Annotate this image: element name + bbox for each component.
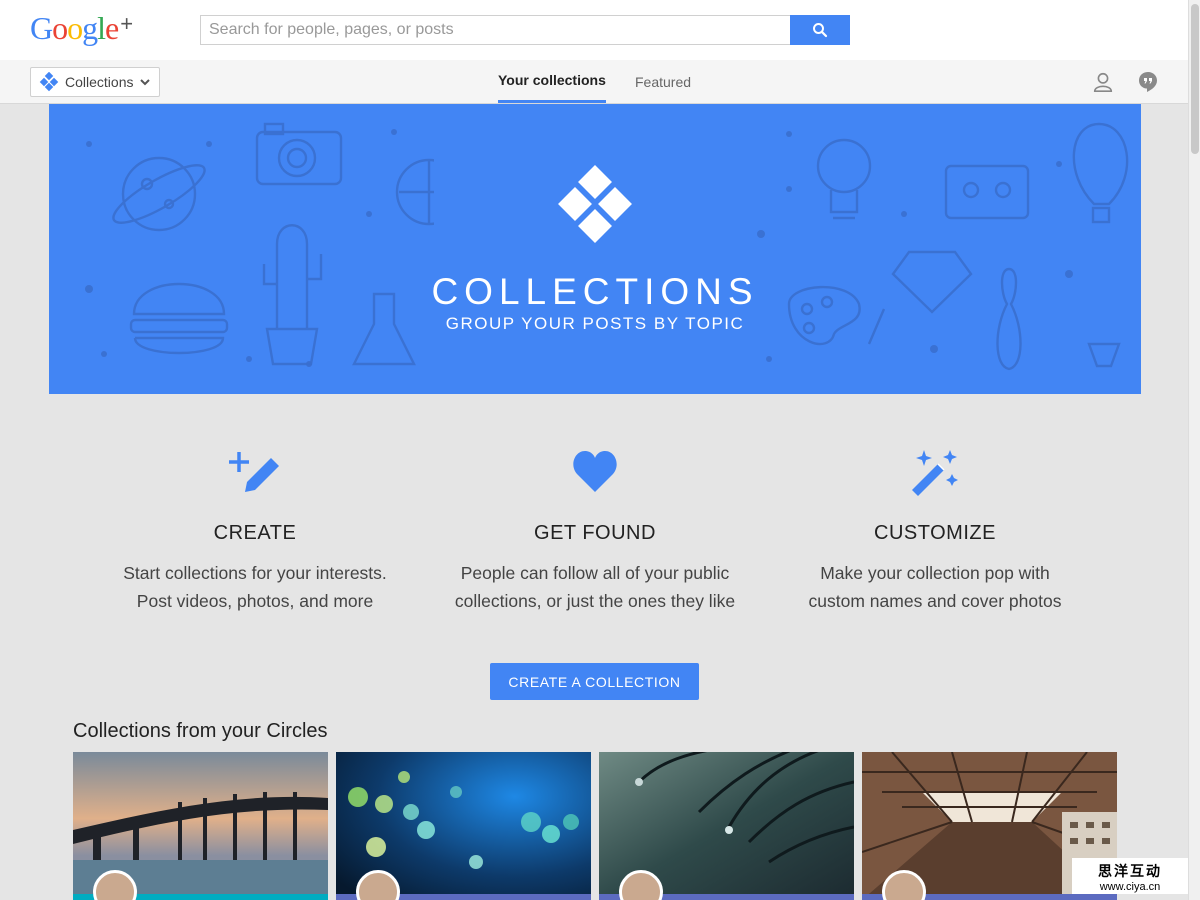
collections-logo-icon xyxy=(39,72,59,92)
feature-customize: CUSTOMIZE Make your collection pop with … xyxy=(765,448,1105,615)
page-scrollbar[interactable] xyxy=(1188,0,1200,900)
tab-label: Featured xyxy=(635,73,692,90)
tab-featured[interactable]: Featured xyxy=(635,60,691,103)
scrollbar-thumb[interactable] xyxy=(1191,4,1199,154)
logo-letter-g1: G xyxy=(30,10,53,46)
logo-plus: + xyxy=(120,11,133,36)
add-edit-icon xyxy=(229,452,279,492)
collections-dropdown[interactable]: Collections xyxy=(30,67,160,97)
create-collection-button[interactable]: CREATE A COLLECTION xyxy=(490,663,699,700)
watermark-line2: www.ciya.cn xyxy=(1099,881,1161,893)
feature-get-found: GET FOUND People can follow all of your … xyxy=(425,448,765,615)
search-bar xyxy=(200,15,850,45)
logo-letter-o1: o xyxy=(52,10,68,46)
search-input[interactable] xyxy=(200,15,790,45)
collection-card[interactable] xyxy=(599,752,854,900)
top-bar: Google+ xyxy=(0,0,1188,60)
logo-letter-o2: o xyxy=(67,10,83,46)
feature-description: Make your collection pop with custom nam… xyxy=(765,559,1105,615)
feature-line: Make your collection pop with xyxy=(820,563,1050,583)
logo-letter-l: l xyxy=(97,10,106,46)
google-plus-logo[interactable]: Google+ xyxy=(30,10,133,47)
feature-line: People can follow all of your public xyxy=(460,563,730,583)
feature-line: custom names and cover photos xyxy=(808,591,1062,611)
feature-description: People can follow all of your public col… xyxy=(425,559,765,615)
feature-title: GET FOUND xyxy=(534,522,656,544)
magic-wand-icon xyxy=(912,450,958,496)
feature-description: Start collections for your interests. Po… xyxy=(85,559,425,615)
feature-line: Post videos, photos, and more xyxy=(136,591,374,611)
feature-line: collections, or just the ones they like xyxy=(454,591,736,611)
dropdown-label: Collections xyxy=(65,74,134,90)
feature-create: CREATE Start collections for your intere… xyxy=(85,448,425,615)
watermark: 思洋互动 www.ciya.cn xyxy=(1072,858,1188,894)
search-icon xyxy=(813,23,828,38)
logo-letter-g2: g xyxy=(82,10,98,46)
hangouts-icon[interactable] xyxy=(1138,71,1158,93)
collections-hero-banner: COLLECTIONS GROUP YOUR POSTS BY TOPIC xyxy=(49,104,1141,394)
notifications-person-icon[interactable] xyxy=(1092,71,1114,93)
hero-center-panel xyxy=(434,104,756,394)
collection-card[interactable] xyxy=(73,752,328,900)
watermark-line1: 思洋互动 xyxy=(1098,863,1162,879)
collection-card[interactable] xyxy=(336,752,591,900)
section-title: Collections from your Circles xyxy=(73,720,328,742)
collections-logo-icon xyxy=(558,165,632,243)
search-button[interactable] xyxy=(790,15,850,45)
feature-title: CUSTOMIZE xyxy=(874,522,996,544)
feature-line: Start collections for your interests. xyxy=(123,563,387,583)
collections-nav: Collections Your collections Featured xyxy=(0,60,1188,104)
heart-icon xyxy=(573,450,617,492)
logo-letter-e: e xyxy=(105,10,119,46)
tab-your-collections[interactable]: Your collections xyxy=(498,60,606,103)
chevron-down-icon xyxy=(140,79,150,86)
hero-subtitle: GROUP YOUR POSTS BY TOPIC xyxy=(445,314,745,333)
feature-title: CREATE xyxy=(213,522,297,544)
hero-title: COLLECTIONS xyxy=(431,271,759,312)
tab-label: Your collections xyxy=(498,72,606,88)
